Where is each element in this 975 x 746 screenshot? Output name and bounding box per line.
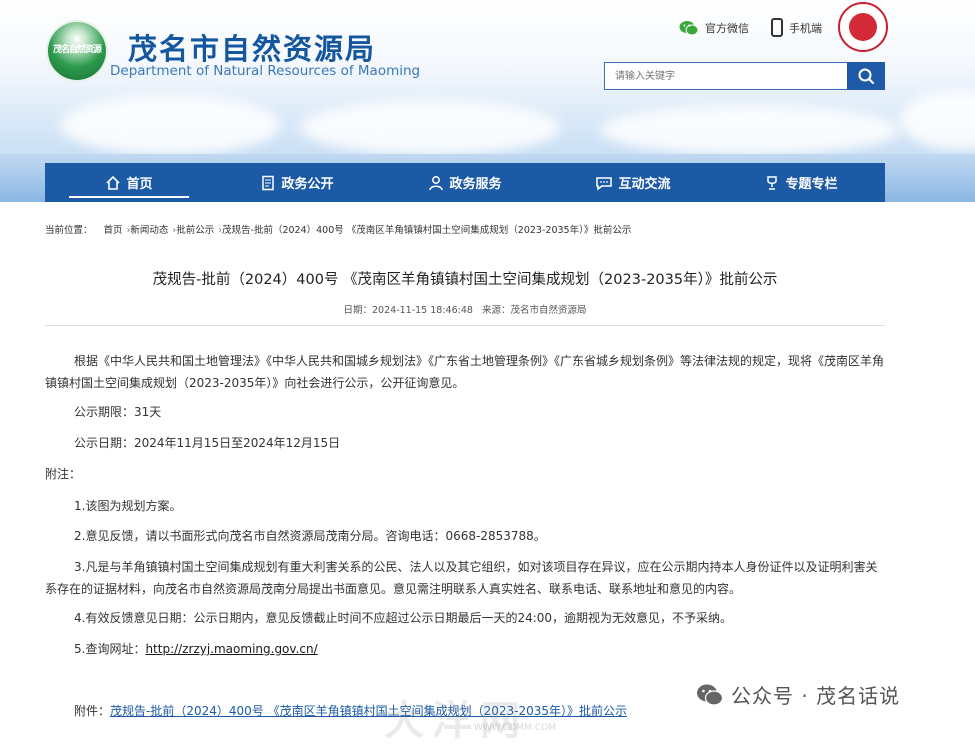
site-title-en: Department of Natural Resources of Maomi… — [110, 63, 421, 79]
site-header: 茂名自然资源 茂名市自然资源局 Department of Natural Re… — [0, 0, 975, 162]
cloud-decoration — [900, 90, 975, 150]
breadcrumb-home[interactable]: 首页 — [104, 225, 123, 236]
cloud-decoration — [300, 100, 560, 155]
nav-label: 政务服务 — [449, 177, 502, 192]
nav-label: 政务公开 — [281, 177, 334, 192]
date-label: 日期： — [343, 305, 373, 316]
nav-item-government-affairs[interactable]: 政务公开 — [213, 163, 381, 202]
trophy-icon — [767, 175, 778, 190]
note-4: 4.有效反馈意见日期：公示日期内，意见反馈截止时间不应超过公示日期最后一天的24… — [74, 611, 733, 625]
note-1: 1.该图为规划方案。 — [74, 499, 182, 513]
divider — [45, 325, 885, 326]
watermark-url: WWW.GDMM.COM — [474, 723, 556, 733]
source-label: 来源： — [481, 305, 511, 316]
breadcrumb-current: 茂规告-批前（2024）400号 《茂南区羊角镇镇村国土空间集成规划（2023-… — [222, 225, 632, 236]
nav-label: 专题专栏 — [785, 177, 838, 192]
dates-paragraph: 公示日期：2024年11月15日至2024年12月15日 — [74, 436, 341, 450]
note-3: 3.凡是与羊角镇镇村国土空间集成规划有重大利害关系的公民、法人以及其它组织，如对… — [45, 560, 878, 596]
site-title[interactable]: 茂名市自然资源局 — [128, 26, 376, 68]
nav-item-special-topics[interactable]: 专题专栏 — [717, 163, 885, 202]
source: 茂名市自然资源局 — [510, 305, 587, 316]
attachment-link[interactable]: 茂规告-批前（2024）400号 《茂南区羊角镇镇村国土空间集成规划（2023-… — [110, 704, 627, 718]
cloud-decoration — [60, 95, 280, 155]
city-emblem-icon — [838, 2, 888, 52]
chat-icon — [596, 176, 613, 190]
mobile-link[interactable]: 手机端 — [789, 20, 822, 36]
search-icon — [858, 68, 875, 85]
wechat-account-badge: 公众号 · 茂名话说 — [695, 680, 900, 709]
service-person-icon — [429, 175, 444, 190]
main-nav: 首页 政务公开 政务服务 互动交流 专题专栏 — [0, 154, 975, 202]
document-icon — [262, 175, 275, 190]
search-input[interactable] — [605, 63, 845, 89]
breadcrumb-prepublic[interactable]: 批前公示 — [176, 225, 214, 236]
publish-date: 2024-11-15 18:46:48 — [372, 305, 473, 316]
breadcrumb-prefix: 当前位置： — [45, 225, 93, 236]
intro-paragraph: 根据《中华人民共和国土地管理法》《中华人民共和国城乡规划法》《广东省土地管理条例… — [45, 354, 885, 390]
period-paragraph: 公示期限：31天 — [74, 405, 162, 419]
notes-label: 附注： — [45, 467, 82, 481]
home-icon — [106, 175, 121, 190]
nav-label: 首页 — [126, 177, 153, 192]
nav-label: 互动交流 — [618, 177, 671, 192]
wechat-link[interactable]: 官方微信 — [705, 20, 749, 36]
query-url-link[interactable]: http://zrzyj.maoming.gov.cn/ — [145, 642, 317, 656]
attachment-label: 附件： — [74, 704, 111, 718]
note-5: 5.查询网址：http://zrzyj.maoming.gov.cn/ — [45, 638, 885, 660]
wechat-account-name: 公众号 · 茂名话说 — [731, 684, 901, 708]
nav-item-interaction[interactable]: 互动交流 — [549, 163, 717, 202]
note-2: 2.意见反馈，请以书面形式向茂名市自然资源局茂南分局。咨询电话：0668-285… — [74, 529, 546, 543]
breadcrumb: 当前位置： 首页 ›新闻动态 ›批前公示 ›茂规告-批前（2024）400号 《茂南区… — [45, 225, 632, 236]
mobile-icon[interactable] — [771, 18, 783, 37]
bureau-logo[interactable]: 茂名自然资源 — [48, 22, 106, 80]
breadcrumb-news[interactable]: 新闻动态 — [130, 225, 168, 236]
search-button[interactable] — [847, 62, 885, 90]
logo-text: 茂名自然资源 — [52, 45, 102, 55]
search-box — [604, 62, 885, 90]
article-title: 茂规告-批前（2024）400号 《茂南区羊角镇镇村国土空间集成规划（2023-… — [152, 272, 778, 288]
article-meta: 日期：2024-11-15 18:46:48 来源：茂名市自然资源局 — [0, 302, 930, 316]
nav-item-home[interactable]: 首页 — [45, 163, 213, 202]
nav-bar: 首页 政务公开 政务服务 互动交流 专题专栏 — [45, 163, 885, 202]
wechat-icon — [697, 684, 724, 706]
cloud-decoration — [600, 105, 900, 155]
wechat-icon[interactable] — [679, 20, 699, 36]
note-5-prefix: 5.查询网址： — [74, 642, 146, 656]
nav-item-government-services[interactable]: 政务服务 — [381, 163, 549, 202]
watermark: 大洋网 — [384, 698, 528, 744]
